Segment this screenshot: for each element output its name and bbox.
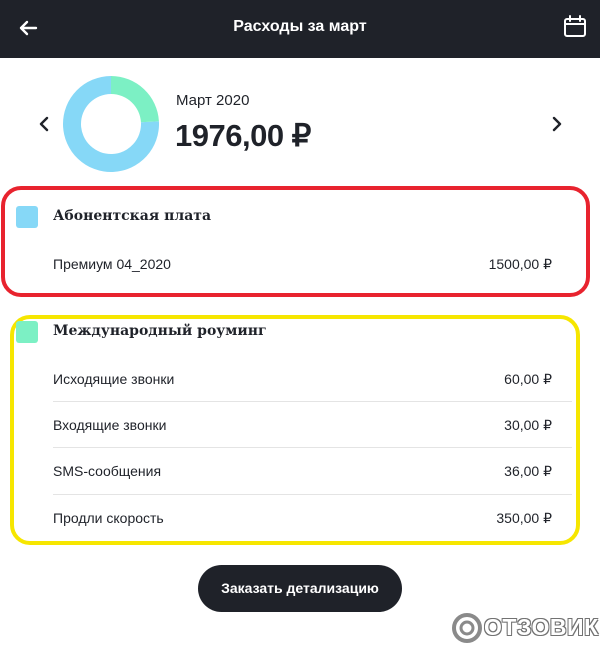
divider <box>53 447 572 448</box>
group-title-roaming: Международный роуминг <box>53 323 267 339</box>
top-bar: Расходы за март <box>0 0 600 58</box>
expenses-donut-chart <box>63 76 159 172</box>
row-label: Продли скорость <box>53 510 164 526</box>
row-value: 60,00 ₽ <box>504 371 552 387</box>
page-title: Расходы за март <box>233 18 367 35</box>
category-color-swatch <box>16 206 38 228</box>
calendar-icon[interactable] <box>562 14 588 40</box>
chevron-right-icon[interactable] <box>545 110 569 138</box>
row-label: Премиум 04_2020 <box>53 256 171 272</box>
row-value: 36,00 ₽ <box>504 463 552 479</box>
order-details-button[interactable]: Заказать детализацию <box>198 565 402 612</box>
divider <box>53 401 572 402</box>
chevron-left-icon[interactable] <box>32 110 56 138</box>
row-label: SMS-сообщения <box>53 463 162 479</box>
divider <box>53 494 572 495</box>
row-value: 350,00 ₽ <box>496 510 552 526</box>
row-label: Входящие звонки <box>53 417 167 433</box>
category-color-swatch <box>16 321 38 343</box>
row-label: Исходящие звонки <box>53 371 175 387</box>
month-label: Март 2020 <box>176 92 250 109</box>
row-value: 30,00 ₽ <box>504 417 552 433</box>
donut-slice-2 <box>111 76 159 123</box>
row-value: 1500,00 ₽ <box>488 256 552 272</box>
group-title-subscription: Абонентская плата <box>53 208 212 224</box>
watermark-text: ОТЗОВИК <box>484 614 599 640</box>
total-amount: 1976,00 ₽ <box>175 118 311 153</box>
highlight-frame-subscription <box>1 186 590 297</box>
